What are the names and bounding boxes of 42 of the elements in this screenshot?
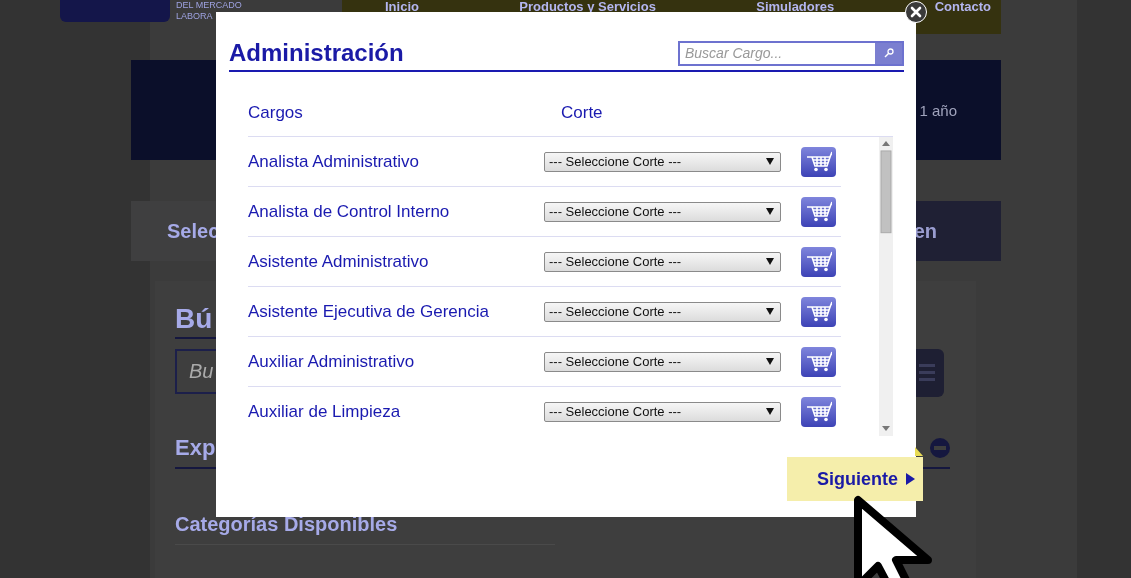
banner-text: 1 año xyxy=(919,101,957,119)
cargo-name: Asistente Administrativo xyxy=(248,251,430,272)
column-header: Cargos xyxy=(248,103,304,123)
column-header: Corte xyxy=(561,103,603,123)
next-button[interactable]: Siguiente xyxy=(787,457,923,501)
cargo-name: Analista de Control Interno xyxy=(248,201,451,222)
corte-select[interactable]: --- Seleccione Corte --- xyxy=(544,151,781,172)
nav-link[interactable]: Inicio xyxy=(385,0,419,14)
corte-select[interactable]: --- Seleccione Corte --- xyxy=(544,251,781,272)
cart-button[interactable] xyxy=(801,396,836,427)
cargo-name: Auxiliar de Limpieza xyxy=(248,401,402,422)
scrollbar[interactable] xyxy=(879,137,893,436)
cart-button[interactable] xyxy=(801,296,836,327)
cart-button[interactable] xyxy=(801,196,836,227)
corner-fold-icon xyxy=(915,447,923,456)
cart-button[interactable] xyxy=(801,246,836,277)
cart-button[interactable] xyxy=(801,346,836,377)
corte-select[interactable]: --- Seleccione Corte --- xyxy=(544,301,781,322)
section-heading: Exp xyxy=(175,435,216,461)
modal-title: Administración xyxy=(229,39,404,67)
logo-text: LABORA xyxy=(176,11,214,22)
search-field[interactable]: Buscar Cargo... xyxy=(678,40,904,66)
close-icon[interactable] xyxy=(905,1,927,23)
play-icon xyxy=(906,473,915,485)
menu-icon xyxy=(918,362,935,384)
logo-text: DEL MERCADO xyxy=(176,0,243,11)
cart-button[interactable] xyxy=(801,146,836,177)
cart-icon xyxy=(805,350,832,373)
cart-icon xyxy=(805,300,832,323)
search-icon xyxy=(883,48,894,58)
cart-icon xyxy=(805,150,832,173)
cart-icon xyxy=(805,250,832,273)
search-button[interactable] xyxy=(875,42,902,64)
corte-select[interactable]: --- Seleccione Corte --- xyxy=(544,401,781,422)
nav-link[interactable]: Simuladores xyxy=(756,0,835,14)
nav-link[interactable]: Contacto xyxy=(934,0,991,14)
corte-select[interactable]: --- Seleccione Corte --- xyxy=(544,201,781,222)
corte-select[interactable]: --- Seleccione Corte --- xyxy=(544,351,781,372)
cargo-name: Auxiliar Administrativo xyxy=(248,351,416,372)
cart-icon xyxy=(805,200,832,223)
cargo-name: Analista Administrativo xyxy=(248,151,421,172)
cart-icon xyxy=(805,400,832,423)
